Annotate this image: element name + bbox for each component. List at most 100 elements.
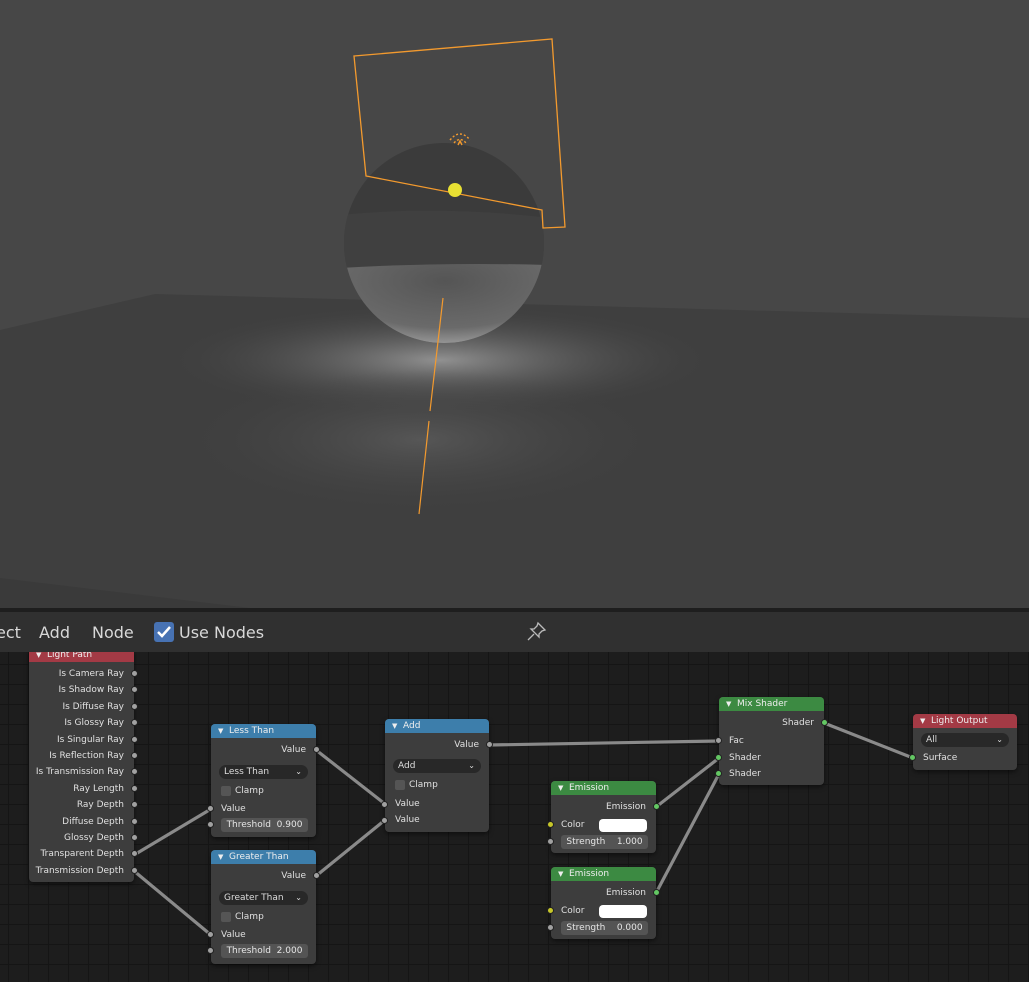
input-socket[interactable] xyxy=(207,931,214,938)
node-header[interactable]: ▼ Add xyxy=(385,719,489,733)
node-header[interactable]: ▼ Greater Than xyxy=(211,850,316,864)
operation-dropdown[interactable]: Greater Than ⌄ xyxy=(219,891,308,905)
input-socket[interactable] xyxy=(207,821,214,828)
output-transparent-depth: Transparent Depth xyxy=(40,849,124,860)
collapse-icon[interactable]: ▼ xyxy=(558,867,563,881)
output-socket[interactable] xyxy=(131,752,138,759)
node-title: Light Output xyxy=(931,716,988,726)
output-socket[interactable] xyxy=(131,702,138,710)
field-value: 0.000 xyxy=(616,923,643,933)
input-socket[interactable] xyxy=(381,817,388,824)
pin-icon[interactable] xyxy=(525,620,549,648)
clamp-checkbox[interactable] xyxy=(395,780,405,790)
menu-node[interactable]: Node xyxy=(92,623,134,642)
output-emission: Emission xyxy=(605,888,646,898)
input-socket[interactable] xyxy=(207,805,214,812)
input-socket[interactable] xyxy=(547,838,554,845)
input-socket[interactable] xyxy=(547,821,554,828)
node-editor-header: ect Add Node Use Nodes xyxy=(0,612,1029,652)
collapse-icon[interactable]: ▼ xyxy=(218,850,223,864)
output-is-shadow-ray: Is Shadow Ray xyxy=(58,685,124,696)
output-is-glossy-ray: Is Glossy Ray xyxy=(64,718,124,729)
node-header[interactable]: ▼ Light Output xyxy=(913,714,1017,728)
collapse-icon[interactable]: ▼ xyxy=(36,652,41,662)
clamp-label: Clamp xyxy=(235,912,264,922)
menu-add[interactable]: Add xyxy=(39,623,70,642)
operation-dropdown[interactable]: Less Than ⌄ xyxy=(219,765,308,779)
node-emission-1[interactable]: ▼ Emission Emission Color Strength 1.000 xyxy=(547,781,660,853)
output-socket[interactable] xyxy=(821,719,828,726)
output-socket[interactable] xyxy=(653,803,660,810)
chevron-down-icon: ⌄ xyxy=(295,767,302,776)
output-socket[interactable] xyxy=(313,872,320,879)
output-socket[interactable] xyxy=(131,834,138,841)
node-title: Mix Shader xyxy=(737,699,788,709)
collapse-icon[interactable]: ▼ xyxy=(726,697,731,711)
output-is-transmission-ray: Is Transmission Ray xyxy=(35,767,124,778)
collapse-icon[interactable]: ▼ xyxy=(392,719,397,733)
input-socket[interactable] xyxy=(715,754,722,761)
input-socket[interactable] xyxy=(547,907,554,914)
3d-viewport[interactable] xyxy=(0,0,1029,608)
output-socket[interactable] xyxy=(653,889,660,896)
node-header[interactable]: ▼ Emission xyxy=(551,867,656,881)
use-nodes-label: Use Nodes xyxy=(179,623,265,642)
threshold-field[interactable]: Threshold 0.900 xyxy=(221,818,308,832)
output-socket[interactable] xyxy=(131,670,138,677)
node-header[interactable]: ▼ Light Path xyxy=(29,652,134,662)
checkmark-icon xyxy=(157,626,171,638)
use-nodes-checkbox[interactable] xyxy=(154,622,174,642)
field-label: Strength xyxy=(566,923,606,933)
input-socket[interactable] xyxy=(909,754,916,761)
collapse-icon[interactable]: ▼ xyxy=(218,724,223,738)
strength-field[interactable]: Strength 1.000 xyxy=(561,835,648,849)
node-light-output[interactable]: ▼ Light Output All ⌄ Surface xyxy=(909,714,1017,770)
output-socket[interactable] xyxy=(131,784,138,792)
clamp-checkbox[interactable] xyxy=(221,786,231,796)
node-header[interactable]: ▼ Emission xyxy=(551,781,656,795)
link-less-than-add xyxy=(314,748,387,806)
node-emission-2[interactable]: ▼ Emission Emission Color Strength 0.000 xyxy=(547,867,660,939)
node-mix-shader[interactable]: ▼ Mix Shader Shader Fac Shader Shader xyxy=(715,697,828,785)
output-socket[interactable] xyxy=(131,817,138,825)
output-socket[interactable] xyxy=(313,746,320,753)
link-add-fac xyxy=(487,739,721,747)
color-swatch[interactable] xyxy=(599,819,647,832)
target-dropdown[interactable]: All ⌄ xyxy=(921,733,1009,747)
output-is-reflection-ray: Is Reflection Ray xyxy=(49,751,124,761)
field-value: 1.000 xyxy=(616,837,643,847)
output-socket[interactable] xyxy=(131,735,138,743)
output-socket[interactable] xyxy=(486,741,493,748)
input-socket[interactable] xyxy=(547,924,554,931)
input-socket[interactable] xyxy=(381,801,388,808)
node-editor[interactable]: ▼ Light Path Is Camera Ray Is Shadow Ray Is… xyxy=(0,652,1029,982)
dropdown-value: Add xyxy=(398,761,416,771)
chevron-down-icon: ⌄ xyxy=(996,735,1003,744)
node-greater-than[interactable]: ▼ Greater Than Value Greater Than ⌄ Clamp … xyxy=(207,850,320,964)
input-value-1: Value xyxy=(395,799,420,809)
threshold-field[interactable]: Threshold 2.000 xyxy=(221,944,308,958)
input-socket[interactable] xyxy=(715,737,722,744)
color-swatch[interactable] xyxy=(599,905,647,918)
input-socket[interactable] xyxy=(207,947,214,954)
field-label: Threshold xyxy=(226,820,271,830)
output-glossy-depth: Glossy Depth xyxy=(64,833,124,843)
collapse-icon[interactable]: ▼ xyxy=(920,714,925,728)
clamp-checkbox[interactable] xyxy=(221,912,231,922)
field-label: Strength xyxy=(566,837,606,847)
operation-dropdown[interactable]: Add ⌄ xyxy=(393,759,481,773)
collapse-icon[interactable]: ▼ xyxy=(558,781,563,795)
node-header[interactable]: ▼ Mix Shader xyxy=(719,697,824,711)
node-less-than[interactable]: ▼ Less Than Value Less Than ⌄ Clamp Value … xyxy=(207,724,320,837)
node-light-path[interactable]: ▼ Light Path Is Camera Ray Is Shadow Ray Is… xyxy=(29,652,138,882)
color-label: Color xyxy=(561,820,585,830)
field-label: Threshold xyxy=(226,946,271,956)
output-socket[interactable] xyxy=(131,866,138,874)
output-diffuse-depth: Diffuse Depth xyxy=(62,816,124,827)
node-header[interactable]: ▼ Less Than xyxy=(211,724,316,738)
input-socket[interactable] xyxy=(715,770,722,777)
strength-field[interactable]: Strength 0.000 xyxy=(561,921,648,935)
node-add[interactable]: ▼ Add Value Add ⌄ Clamp Value Value xyxy=(381,719,493,832)
chevron-down-icon: ⌄ xyxy=(295,893,302,902)
menu-select[interactable]: ect xyxy=(0,623,21,642)
